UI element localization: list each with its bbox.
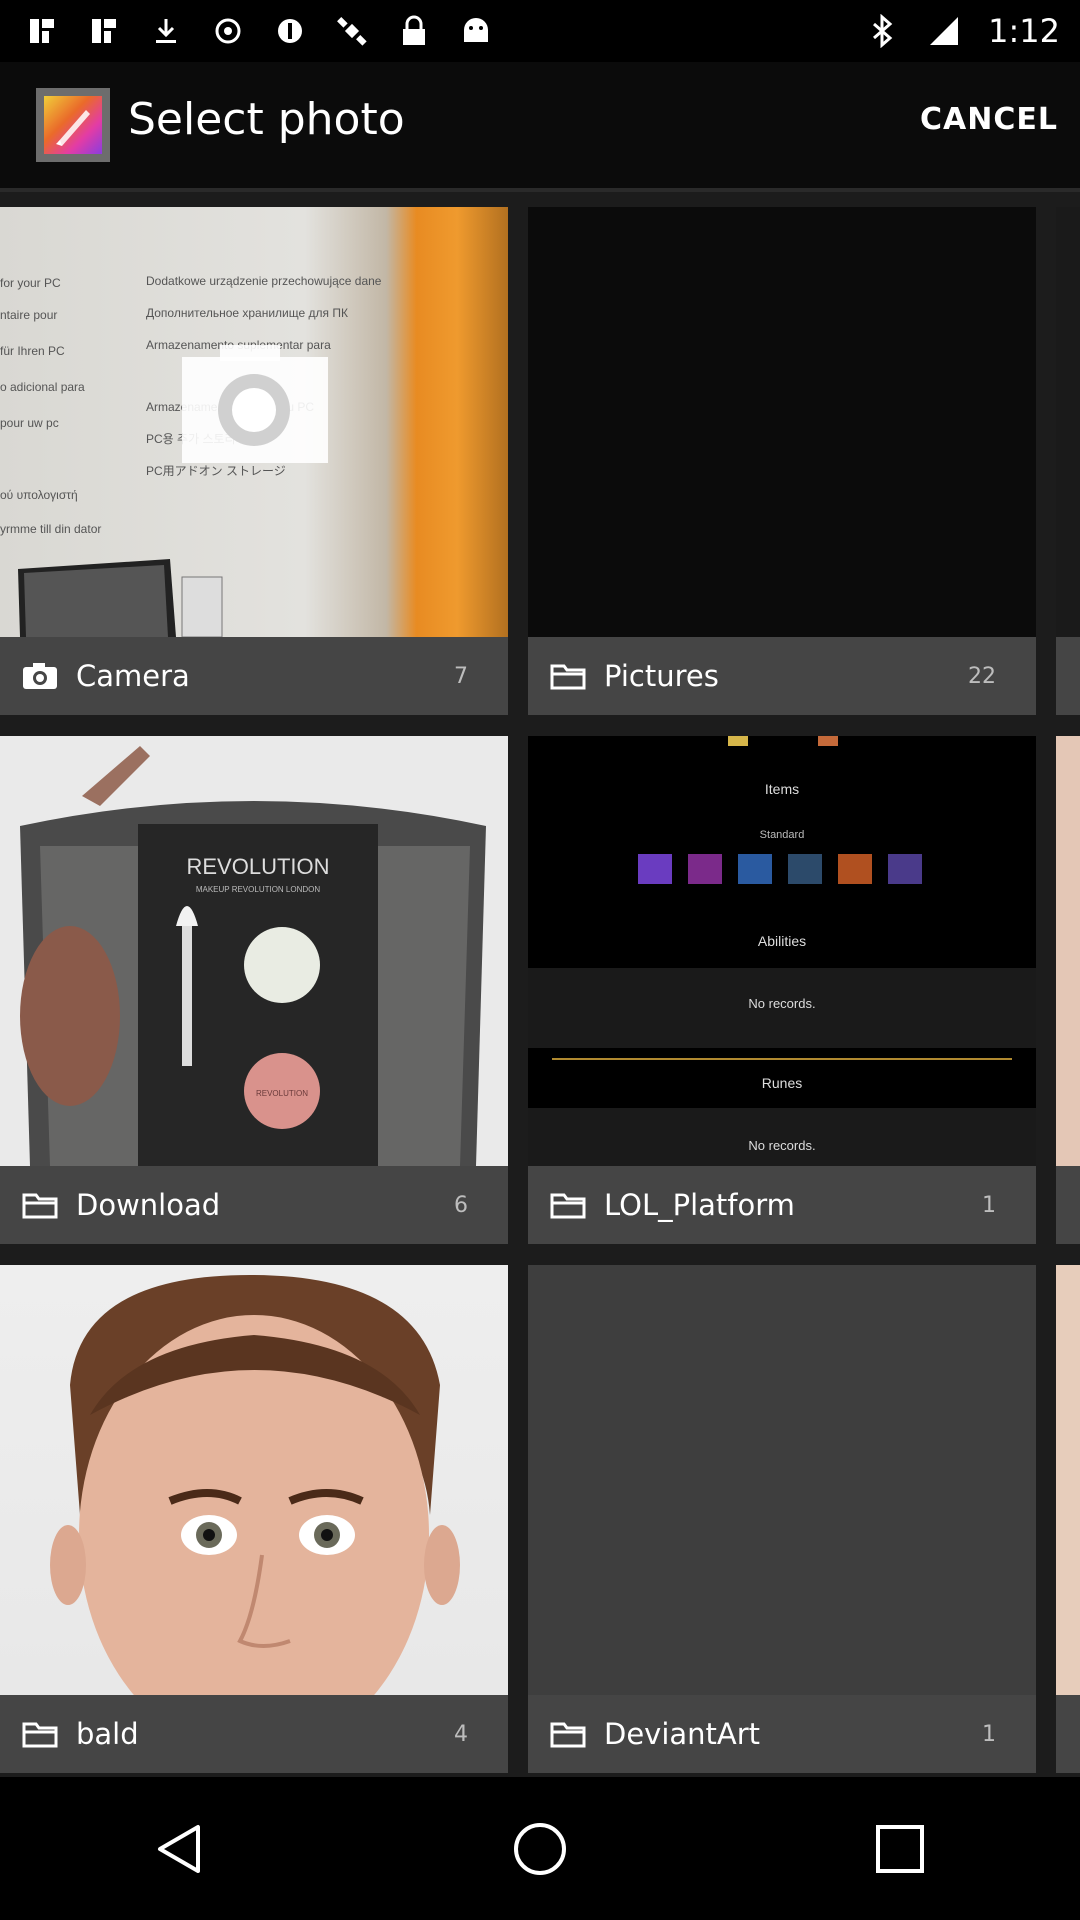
home-button[interactable]	[495, 1804, 585, 1894]
bluetooth-icon	[864, 13, 900, 49]
action-bar: Select photo CANCEL	[0, 62, 1080, 192]
thumb-text: Standard	[760, 829, 805, 841]
album-name: Pictures	[604, 659, 719, 693]
album-thumbnail: Dodatkowe urządzenie przechowujące dane …	[0, 207, 508, 638]
album-name: Camera	[76, 659, 190, 693]
folder-icon	[22, 1719, 62, 1749]
album-tile-bald[interactable]: bald 4	[0, 1265, 508, 1773]
thumb-text: REVOLUTION	[186, 854, 329, 879]
thumb-text: Abilities	[758, 933, 806, 949]
album-label-bar: Pictures 22	[528, 637, 1036, 715]
album-name: LOL_Platform	[604, 1188, 795, 1222]
album-count: 4	[454, 1721, 468, 1747]
album-count: 22	[968, 663, 996, 689]
thumb-text: Runes	[762, 1075, 802, 1091]
status-bar: 1:12	[0, 0, 1080, 62]
record-icon	[210, 13, 246, 49]
album-thumbnail	[528, 207, 1036, 637]
album-tile-lol-platform[interactable]: Items Standard Abilities No records. Run…	[528, 736, 1036, 1244]
thumb-text: ntaire pour	[0, 308, 57, 322]
album-label-bar	[1056, 1166, 1080, 1244]
album-count: 7	[454, 663, 468, 689]
folder-icon	[550, 661, 590, 691]
thumb-text: No records.	[748, 996, 815, 1011]
thumb-text: No records.	[748, 1138, 815, 1153]
album-grid: Dodatkowe urządzenie przechowujące dane …	[0, 207, 1080, 1777]
album-name: DeviantArt	[604, 1717, 761, 1751]
album-label-bar	[1056, 637, 1080, 715]
album-label-bar: Download 6	[0, 1166, 508, 1244]
album-tile-deviantart[interactable]: DeviantArt 1	[528, 1265, 1036, 1773]
album-label-bar	[1056, 1695, 1080, 1773]
album-label-bar: Camera 7	[0, 637, 508, 715]
album-thumbnail	[1056, 1265, 1080, 1695]
thumb-text: ού υπολογιστή	[0, 488, 78, 502]
cancel-button[interactable]: CANCEL	[920, 102, 1058, 137]
album-thumbnail	[1056, 736, 1080, 1166]
app-notification-icon	[86, 13, 122, 49]
thumb-text: Dodatkowe urządzenie przechowujące dane	[146, 274, 382, 288]
folder-icon	[550, 1719, 590, 1749]
album-tile-partial[interactable]	[1056, 1265, 1080, 1773]
album-name: bald	[76, 1717, 139, 1751]
back-button[interactable]	[135, 1804, 225, 1894]
album-label-bar: DeviantArt 1	[528, 1695, 1036, 1773]
info-circle-icon	[272, 13, 308, 49]
album-name: Download	[76, 1188, 221, 1222]
recents-button[interactable]	[855, 1804, 945, 1894]
album-label-bar: bald 4	[0, 1695, 508, 1773]
thumb-text: for your PC	[0, 276, 61, 290]
page-title: Select photo	[128, 94, 405, 145]
download-icon	[148, 13, 184, 49]
thumb-text: yrmme till din dator	[0, 522, 101, 536]
thumb-text: o adicional para	[0, 380, 85, 394]
album-thumbnail	[0, 1265, 508, 1755]
thumb-text: REVOLUTION	[256, 1089, 308, 1098]
folder-icon	[550, 1190, 590, 1220]
camera-icon	[22, 661, 62, 691]
recents-square-icon	[876, 1824, 924, 1873]
thumb-text: für Ihren PC	[0, 344, 65, 358]
folder-icon	[22, 1190, 62, 1220]
satellite-icon	[334, 13, 370, 49]
album-count: 1	[982, 1192, 996, 1218]
album-thumbnail: Items Standard Abilities No records. Run…	[528, 736, 1036, 1166]
album-tile-partial[interactable]	[1056, 736, 1080, 1244]
album-tile-pictures[interactable]: Pictures 22	[528, 207, 1036, 715]
album-thumbnail	[1056, 207, 1080, 637]
clock: 1:12	[988, 12, 1060, 50]
album-label-bar: LOL_Platform 1	[528, 1166, 1036, 1244]
album-tile-partial[interactable]	[1056, 207, 1080, 715]
signal-icon	[926, 13, 962, 49]
album-tile-download[interactable]: REVOLUTION MAKEUP REVOLUTION LONDON REVO…	[0, 736, 508, 1244]
album-thumbnail	[528, 1265, 1036, 1695]
album-thumbnail: REVOLUTION MAKEUP REVOLUTION LONDON REVO…	[0, 736, 508, 1166]
home-circle-icon	[514, 1822, 566, 1875]
back-triangle-icon	[158, 1824, 200, 1873]
navigation-bar	[0, 1777, 1080, 1920]
gallery-app-icon[interactable]	[36, 88, 110, 162]
album-count: 6	[454, 1192, 468, 1218]
thumb-text: pour uw pc	[0, 416, 59, 430]
thumb-text: Items	[765, 781, 799, 797]
app-notification-icon	[24, 13, 60, 49]
album-count: 1	[982, 1721, 996, 1747]
thumb-text: Дополнительное хранилище для ПК	[146, 306, 348, 320]
lock-icon	[396, 13, 432, 49]
thumb-text: PC用アドオン ストレージ	[146, 464, 286, 478]
android-icon	[458, 13, 494, 49]
thumb-text: MAKEUP REVOLUTION LONDON	[196, 885, 321, 894]
album-tile-camera[interactable]: Dodatkowe urządzenie przechowujące dane …	[0, 207, 508, 715]
